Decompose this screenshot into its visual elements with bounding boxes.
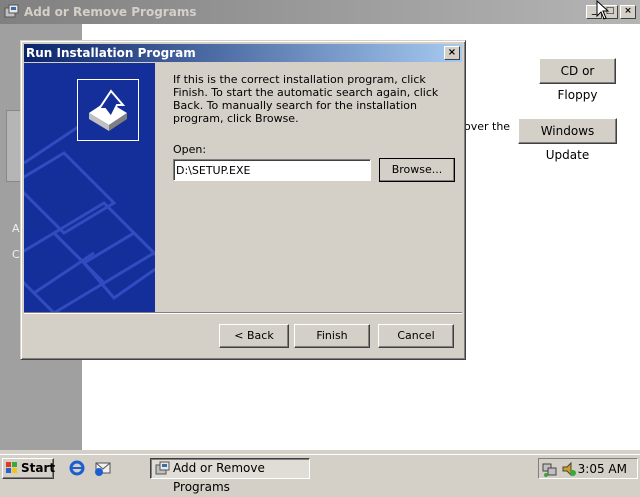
system-tray: 3:05 AM xyxy=(538,458,638,479)
instructions-text: If this is the correct installation prog… xyxy=(173,73,439,125)
bg-left-fragment: C xyxy=(12,248,20,261)
volume-icon[interactable] xyxy=(561,461,577,477)
dialog-title: Run Installation Program xyxy=(26,46,196,60)
finish-button[interactable]: Finish xyxy=(294,324,370,348)
clock[interactable]: 3:05 AM xyxy=(578,462,627,476)
taskbar: Start Add or Remove Programs 3:05 AM xyxy=(0,454,640,494)
bg-description-fragment: over the xyxy=(464,120,511,133)
mouse-pointer-icon xyxy=(596,0,610,20)
close-icon[interactable]: × xyxy=(620,5,636,19)
add-remove-programs-icon xyxy=(155,461,170,475)
wizard-side-panel xyxy=(24,63,155,312)
windows-update-button[interactable]: Windows Update xyxy=(518,118,617,162)
cancel-button[interactable]: Cancel xyxy=(378,324,454,348)
cd-or-floppy-button[interactable]: CD or Floppy xyxy=(539,58,616,102)
dialog-titlebar[interactable]: Run Installation Program × xyxy=(24,44,462,62)
cd-or-floppy-label: CD or Floppy xyxy=(557,64,598,102)
bg-window-titlebar[interactable]: Add or Remove Programs _ □ × xyxy=(0,0,640,24)
run-installation-dialog: Run Installation Program × If this is th… xyxy=(20,40,466,360)
browse-button[interactable]: Browse... xyxy=(379,158,455,182)
bg-window-title: Add or Remove Programs xyxy=(24,5,197,19)
start-button[interactable]: Start xyxy=(2,458,56,479)
taskbar-button-add-remove-programs[interactable]: Add or Remove Programs xyxy=(150,458,310,494)
open-label: Open: xyxy=(173,143,207,156)
browse-label: Browse... xyxy=(391,163,443,176)
back-button[interactable]: < Back xyxy=(219,324,289,348)
outlook-express-icon[interactable] xyxy=(94,459,112,477)
install-wizard-icon xyxy=(77,79,139,141)
open-path-input[interactable] xyxy=(173,159,371,181)
windows-update-label: Windows Update xyxy=(540,124,595,162)
dialog-separator xyxy=(24,312,462,314)
finish-label: Finish xyxy=(316,329,348,342)
windows-flag-icon xyxy=(6,462,17,473)
close-icon[interactable]: × xyxy=(444,46,460,60)
cancel-label: Cancel xyxy=(397,329,435,342)
back-label: < Back xyxy=(234,329,274,342)
taskbar-button-label: Add or Remove Programs xyxy=(173,461,265,494)
add-remove-programs-icon xyxy=(4,4,19,18)
bg-left-fragment: A xyxy=(12,222,20,235)
internet-explorer-icon[interactable] xyxy=(68,459,86,477)
network-icon[interactable] xyxy=(542,461,558,477)
start-label: Start xyxy=(21,461,56,475)
